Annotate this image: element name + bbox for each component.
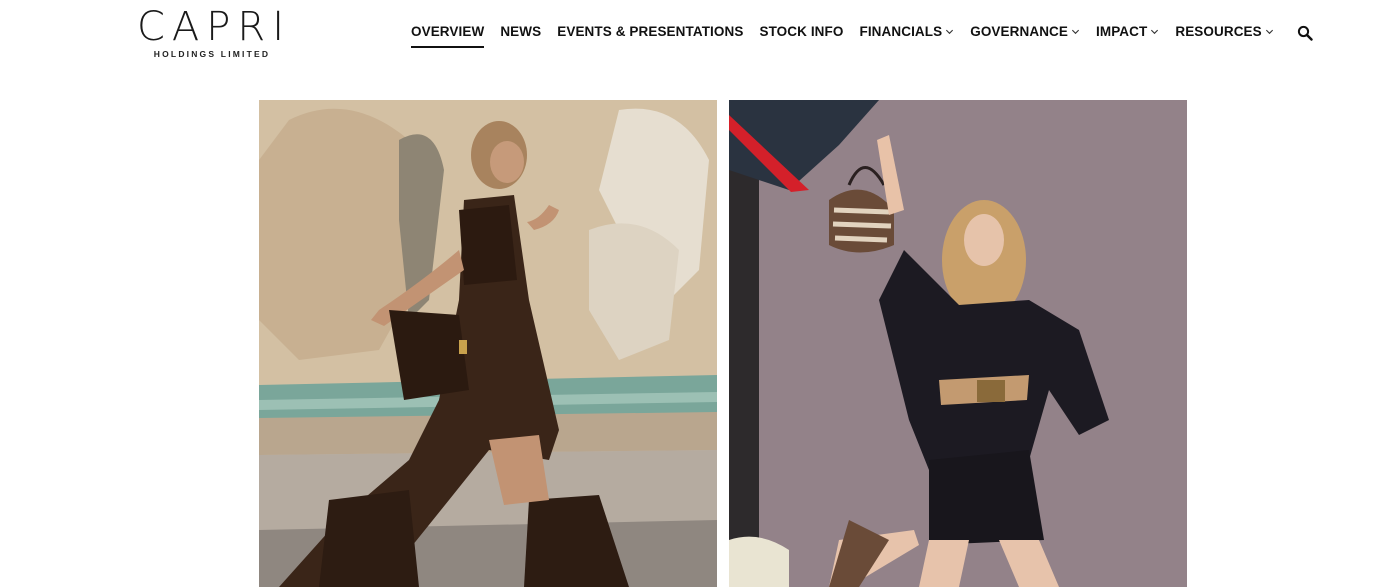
nav-label: GOVERNANCE <box>970 24 1068 39</box>
main-nav: OVERVIEW NEWS EVENTS & PRESENTATIONS STO… <box>411 24 1290 54</box>
search-icon[interactable] <box>1297 25 1313 41</box>
campaign-image-left[interactable] <box>259 100 717 587</box>
nav-resources[interactable]: RESOURCES <box>1175 24 1273 49</box>
logo-wordmark: CAPRI <box>136 4 291 50</box>
nav-overview[interactable]: OVERVIEW <box>411 24 485 49</box>
nav-stock-info[interactable]: STOCK INFO <box>759 24 843 49</box>
campaign-image-right[interactable] <box>729 100 1187 587</box>
nav-news[interactable]: NEWS <box>500 24 541 49</box>
nav-label: STOCK INFO <box>759 24 844 39</box>
logo-subtitle: HOLDINGS LIMITED <box>153 49 271 59</box>
nav-financials[interactable]: FINANCIALS <box>859 24 954 49</box>
campaign-photo-studio <box>729 100 1187 587</box>
nav-label: OVERVIEW <box>411 24 485 39</box>
chevron-down-icon <box>946 29 954 35</box>
chevron-down-icon <box>1071 29 1080 35</box>
chevron-down-icon <box>1151 29 1159 35</box>
nav-label: IMPACT <box>1096 24 1148 39</box>
nav-governance[interactable]: GOVERNANCE <box>970 24 1080 49</box>
nav-label: EVENTS & PRESENTATIONS <box>557 24 744 39</box>
site-header: CAPRI HOLDINGS LIMITED OVERVIEW NEWS EVE… <box>0 0 1379 80</box>
chevron-down-icon <box>1265 29 1273 35</box>
nav-label: NEWS <box>500 24 542 39</box>
nav-impact[interactable]: IMPACT <box>1096 24 1159 49</box>
nav-events-presentations[interactable]: EVENTS & PRESENTATIONS <box>557 24 743 49</box>
nav-label: RESOURCES <box>1175 24 1262 39</box>
campaign-photo-fountain <box>259 100 717 587</box>
capri-logo[interactable]: CAPRI HOLDINGS LIMITED <box>132 6 292 64</box>
nav-label: FINANCIALS <box>859 24 943 39</box>
